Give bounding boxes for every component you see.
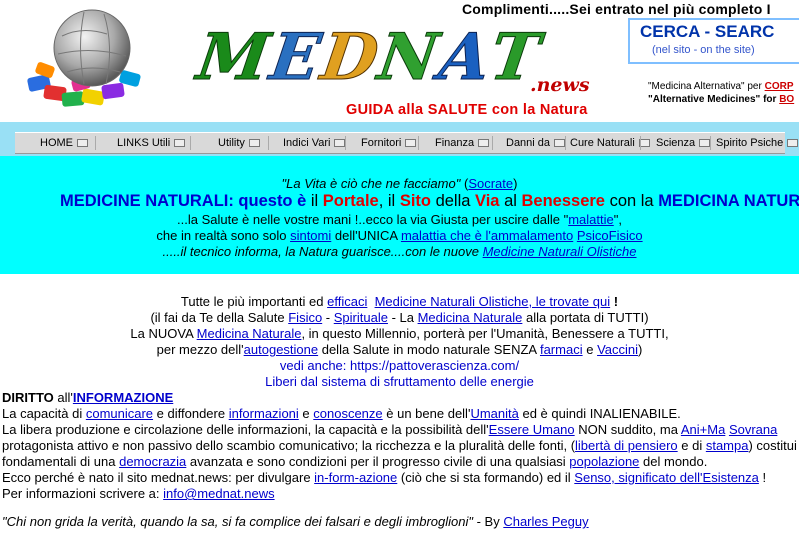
- dropdown-arrow-icon: [334, 139, 346, 147]
- menu-links-utili[interactable]: LINKS Utili: [117, 133, 186, 153]
- psicofisico-link[interactable]: PsicoFisico: [577, 228, 643, 243]
- search-subtitle: (nel sito - on the site): [652, 44, 755, 56]
- intro-line-3: La NUOVA Medicina Naturale, in questo Mi…: [130, 326, 669, 341]
- welcome-marquee: Complimenti.....Sei entrato nel più comp…: [462, 1, 771, 17]
- spirituale-link[interactable]: Spirituale: [334, 310, 388, 325]
- logo-banner[interactable]: MEDNAT .news GUIDA alla SALUTE con la Na…: [188, 18, 616, 120]
- umanita-link[interactable]: Umanità: [470, 406, 518, 421]
- senso-esistenza-link[interactable]: Senso, significato dell'Esistenza: [574, 470, 759, 485]
- logo-suffix: .news: [530, 74, 590, 96]
- intro-line-1: Tutte le più importanti ed efficaci Medi…: [180, 294, 619, 309]
- essere-umano-link[interactable]: Essere Umano: [489, 422, 575, 437]
- socrates-link[interactable]: Socrate: [468, 176, 513, 191]
- olistiche-link[interactable]: Medicine Naturali Olistiche: [483, 244, 637, 259]
- socrates-quote: "La Vita è ciò che ne facciamo" (Socrate…: [281, 176, 518, 191]
- banner-line-malattie: ...la Salute è nelle vostre mani !..ecco…: [177, 212, 622, 227]
- liberi-line[interactable]: Liberi dal sistema di sfruttamento delle…: [0, 374, 799, 390]
- vedi-anche-line[interactable]: vedi anche: https://pattoverascienza.com…: [0, 358, 799, 374]
- efficaci-link[interactable]: efficaci: [327, 294, 367, 309]
- informazione-link[interactable]: INFORMAZIONE: [73, 390, 173, 405]
- search-title[interactable]: CERCA - SEARC: [640, 22, 774, 42]
- autogestione-link[interactable]: autogestione: [244, 342, 318, 357]
- diritto-heading: DIRITTO all'INFORMAZIONE: [2, 390, 174, 405]
- medicina-naturale-link[interactable]: Medicina Naturale: [418, 310, 523, 325]
- menu-utility[interactable]: Utility: [218, 133, 260, 153]
- diritto-line-4: fondamentali di una democrazia avanzata …: [2, 454, 708, 469]
- sovrana-link[interactable]: Sovrana: [729, 422, 777, 437]
- peguy-quote: "Chi non grida la verità, quando la sa, …: [2, 514, 589, 529]
- peguy-link[interactable]: Charles Peguy: [503, 514, 588, 529]
- menu-scienza[interactable]: Scienza: [656, 133, 711, 153]
- dropdown-arrow-icon: [77, 139, 88, 147]
- email-link[interactable]: info@mednat.news: [163, 486, 274, 501]
- menu-fornitori[interactable]: Fornitori: [361, 133, 417, 153]
- malattie-link[interactable]: malattie: [568, 212, 614, 227]
- menu-cure-naturali[interactable]: Cure Naturali: [570, 133, 650, 153]
- dropdown-arrow-icon: [787, 139, 799, 147]
- intro-line-2: (il fai da Te della Salute Fisico - Spir…: [150, 310, 649, 325]
- medicine-olistiche-link[interactable]: Medicine Naturali Olistiche, le trovate …: [375, 294, 611, 309]
- banner-line-sintomi: che in realtà sono solo sintomi dell'UNI…: [156, 228, 643, 243]
- popolazione-link[interactable]: popolazione: [569, 454, 639, 469]
- alt-med-link-it[interactable]: CORP: [765, 81, 794, 92]
- dropdown-arrow-icon: [174, 139, 186, 147]
- fisico-link[interactable]: Fisico: [288, 310, 322, 325]
- anima-link[interactable]: Ani+Ma: [681, 422, 725, 437]
- dropdown-arrow-icon: [248, 139, 260, 147]
- site-header: Complimenti.....Sei entrato nel più comp…: [0, 0, 799, 122]
- democrazia-link[interactable]: democrazia: [119, 454, 186, 469]
- alt-medicine-links: "Medicina Alternativa" per CORP "Alterna…: [648, 80, 794, 106]
- comunicare-link[interactable]: comunicare: [86, 406, 153, 421]
- globe-puzzle-icon: [27, 9, 141, 107]
- diritto-line-5: Ecco perché è nato il sito mednat.news: …: [2, 470, 767, 485]
- diritto-line-3: protagonista attivo e non passivo dello …: [2, 438, 797, 453]
- alt-med-label-it: "Medicina Alternativa" per: [648, 81, 762, 92]
- dropdown-arrow-icon: [554, 139, 566, 147]
- main-content: Tutte le più importanti ed efficaci Medi…: [0, 274, 799, 535]
- tagline: GUIDA alla SALUTE con la Natura: [346, 102, 588, 118]
- banner-line-olistiche: .....il tecnico informa, la Natura guari…: [162, 244, 637, 259]
- menu-finanza[interactable]: Finanza: [435, 133, 490, 153]
- diritto-line-1: La capacità di comunicare e diffondere i…: [2, 406, 681, 421]
- dropdown-arrow-icon: [405, 139, 417, 147]
- menu-danni-da[interactable]: Danni da: [506, 133, 566, 153]
- informazioni-link[interactable]: informazioni: [229, 406, 299, 421]
- menu-spirito-psiche[interactable]: Spirito Psiche: [716, 133, 799, 153]
- diritto-line-2: La libera produzione e circolazione dell…: [2, 422, 778, 437]
- conoscenze-link[interactable]: conoscenze: [313, 406, 382, 421]
- main-menu: HOME LINKS Utili Utility Indici Vari For…: [15, 132, 799, 154]
- menu-indici-vari[interactable]: Indici Vari: [283, 133, 346, 153]
- vaccini-link[interactable]: Vaccini: [597, 342, 638, 357]
- dropdown-arrow-icon: [699, 139, 711, 147]
- malattia-link[interactable]: malattia che è l'ammalamento: [401, 228, 573, 243]
- hero-banner: "La Vita è ciò che ne facciamo" (Socrate…: [0, 156, 799, 274]
- in-form-azione-link[interactable]: in-form-azione: [314, 470, 397, 485]
- intro-line-4: per mezzo dell'autogestione della Salute…: [156, 342, 643, 357]
- stampa-link[interactable]: stampa: [706, 438, 749, 453]
- mednat-logo: MEDNAT: [192, 20, 547, 96]
- contact-line: Per informazioni scrivere a: info@mednat…: [2, 486, 275, 501]
- medicina-naturale-link-2[interactable]: Medicina Naturale: [197, 326, 302, 341]
- dropdown-arrow-icon: [478, 139, 490, 147]
- alt-med-label-en: "Alternative Medicines" for: [648, 94, 777, 105]
- alt-med-link-en[interactable]: BO: [779, 94, 794, 105]
- sintomi-link[interactable]: sintomi: [290, 228, 331, 243]
- main-headline: MEDICINE NATURALI: questo è il Portale, …: [60, 192, 799, 210]
- site-search-box[interactable]: CERCA - SEARC (nel sito - on the site): [628, 18, 799, 64]
- liberta-pensiero-link[interactable]: libertà di pensiero: [575, 438, 678, 453]
- farmaci-link[interactable]: farmaci: [540, 342, 583, 357]
- menu-home[interactable]: HOME: [40, 133, 88, 153]
